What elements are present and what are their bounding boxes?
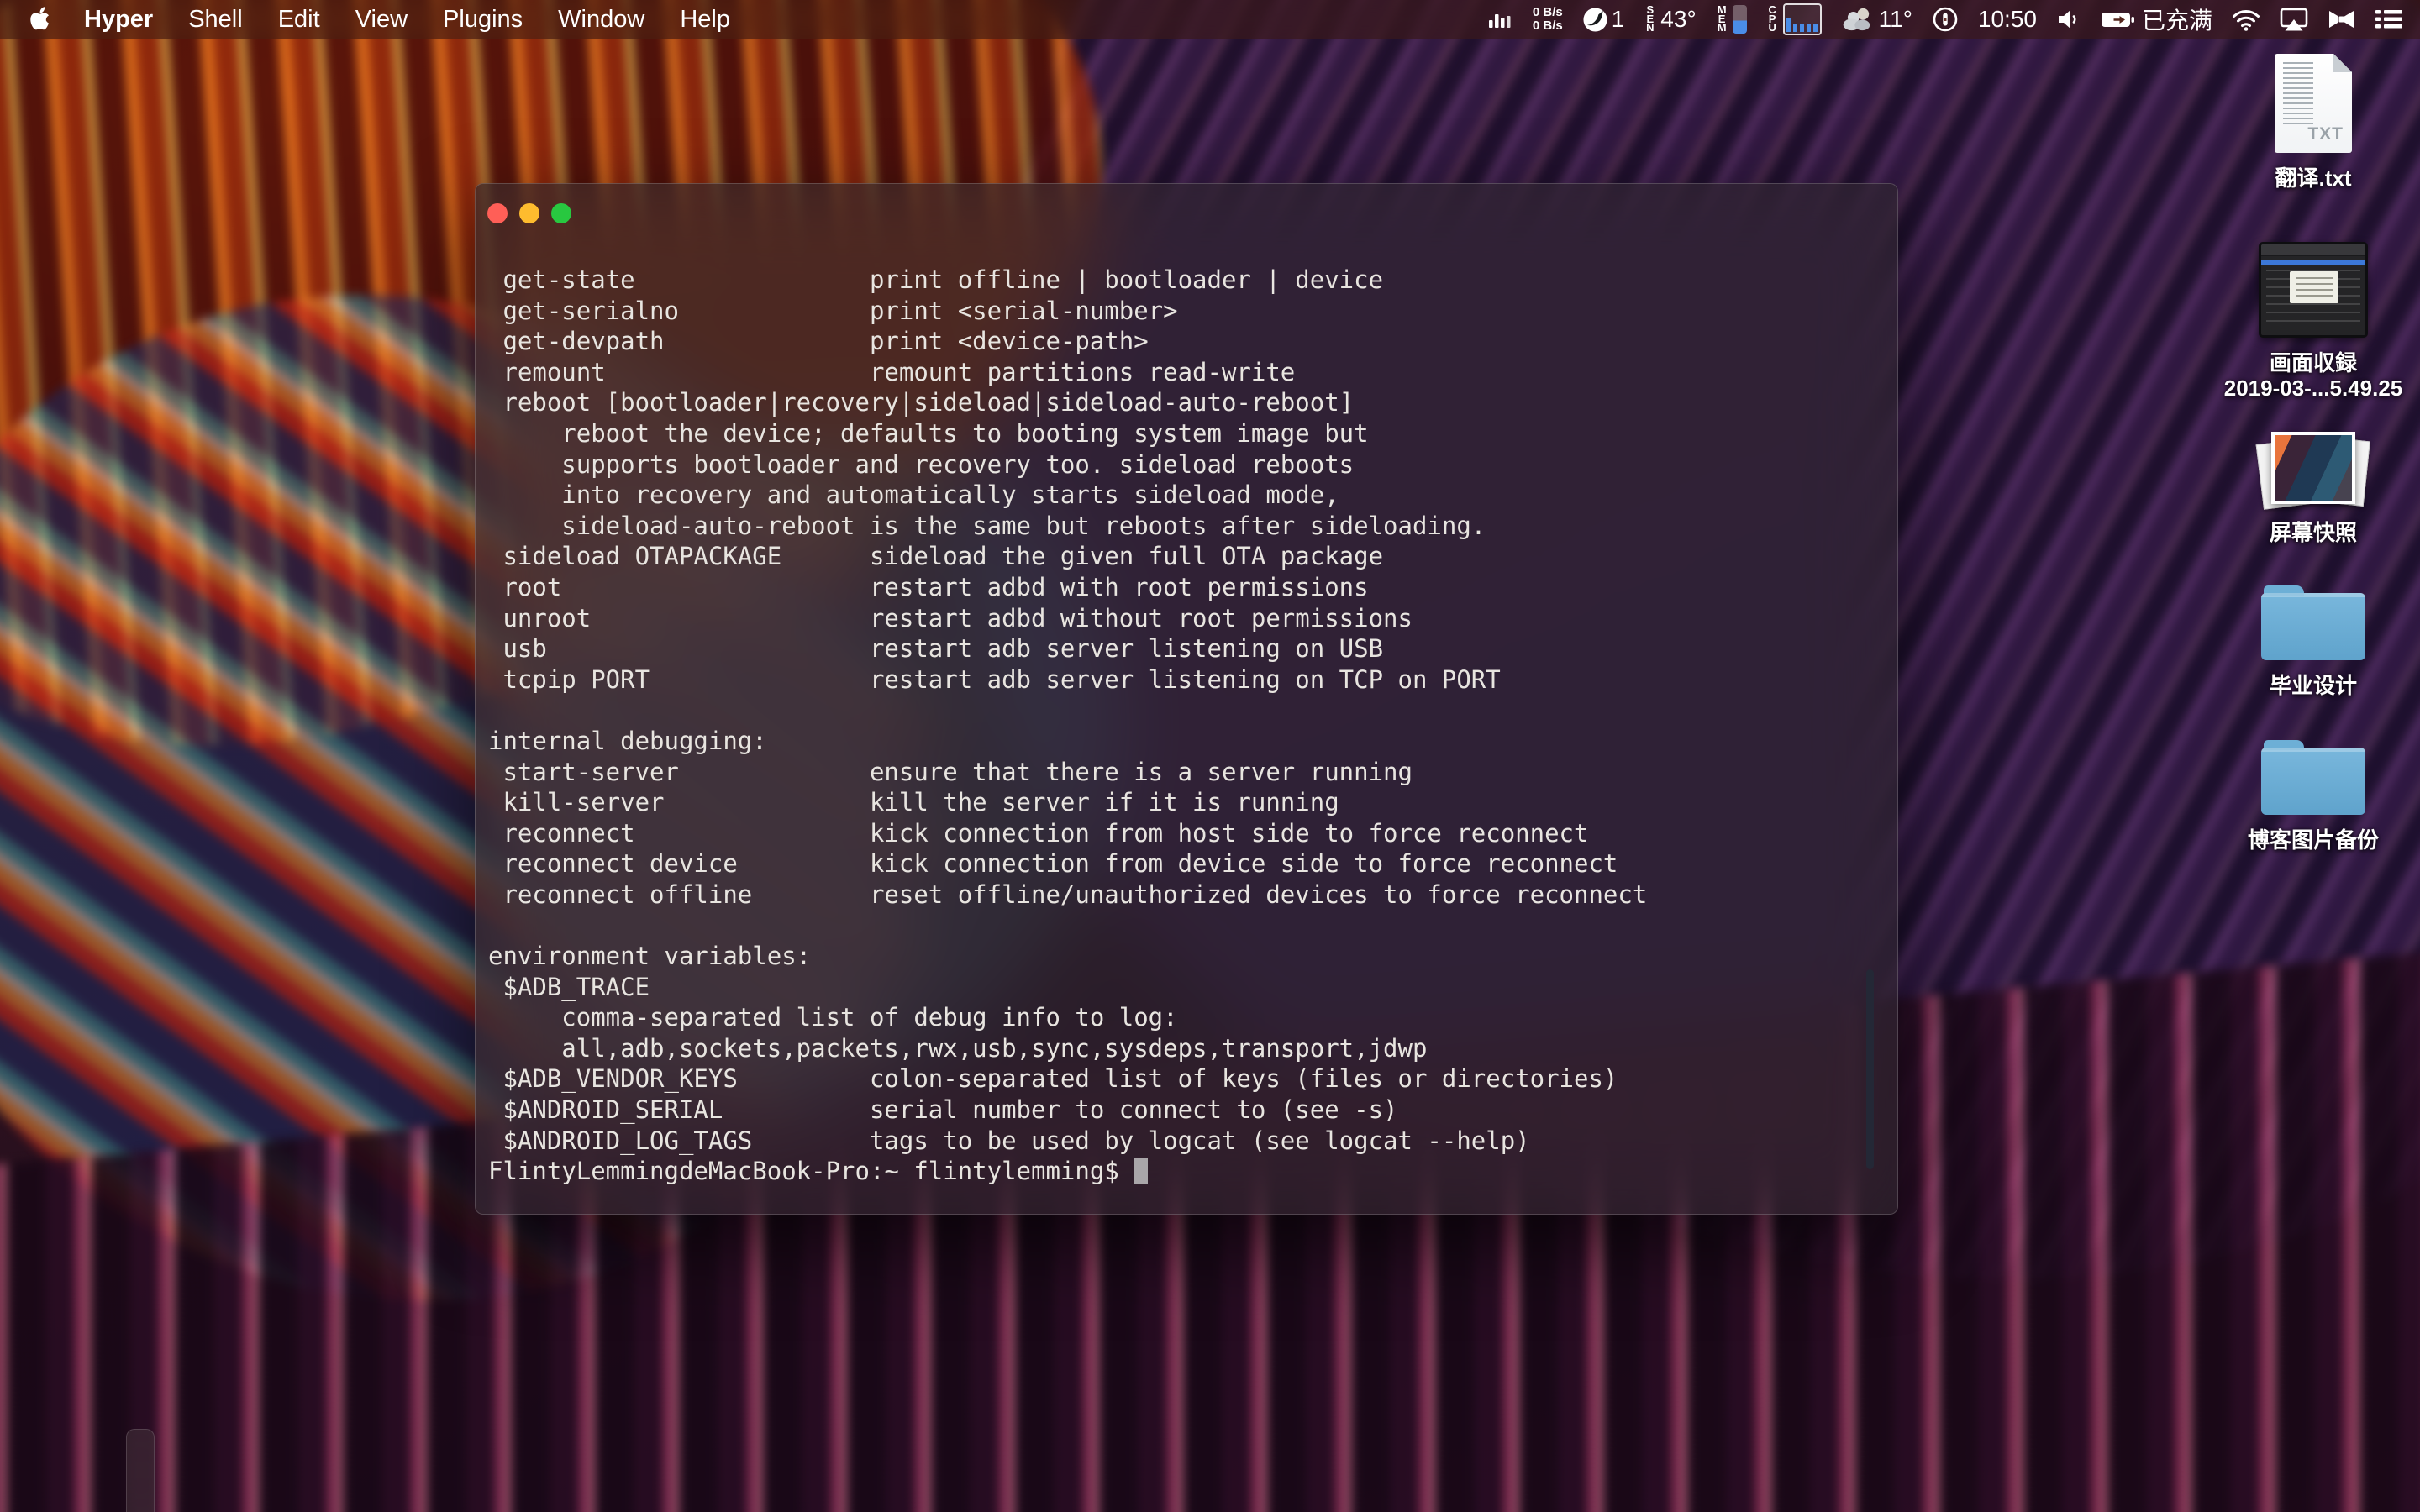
volume-menu[interactable] <box>2056 8 2081 31</box>
list-icon <box>2375 8 2403 30</box>
istat-signal-icon[interactable] <box>1488 7 1513 32</box>
cpu-label: CPU <box>1766 6 1779 33</box>
zoom-button[interactable] <box>551 203 571 223</box>
apple-menu[interactable] <box>29 7 50 32</box>
speaker-icon <box>2056 8 2081 31</box>
screen-recording-thumbnail <box>2259 242 2368 338</box>
desktop-icon-毕业设计[interactable]: 毕业设计 <box>2202 583 2420 698</box>
menu-edit[interactable]: Edit <box>278 6 320 34</box>
desktop-icon-翻译.txt[interactable]: TXT翻译.txt <box>2202 54 2420 191</box>
istat-combined-menu[interactable] <box>2375 8 2403 30</box>
airplay-menu[interactable] <box>2280 8 2308 32</box>
desktop-icon-label: 毕业设计 <box>2270 673 2357 698</box>
sensor-temp: 43° <box>1660 6 1696 33</box>
cloud-moon-icon <box>1841 6 1875 33</box>
menu-bar: Hyper Shell Edit View Plugins Window Help 0 B/… <box>0 0 2420 39</box>
desktop-icon-博客图片备份[interactable]: 博客图片备份 <box>2202 738 2420 853</box>
proxy-menu[interactable]: 1 <box>1582 6 1625 33</box>
bird-icon <box>1582 7 1608 33</box>
terminal-cursor <box>1134 1158 1148 1184</box>
sensor-label: SEN <box>1644 6 1656 33</box>
desktop-icon-label: 翻译.txt <box>2275 165 2351 191</box>
screen-mirroring-icon <box>2280 8 2308 32</box>
proxy-count: 1 <box>1612 6 1625 33</box>
bowtie-icon <box>2328 9 2355 29</box>
net-down: 0 B/s <box>1533 19 1563 33</box>
desktop-icon-label: 屏幕快照 <box>2270 520 2357 545</box>
desktop-icon-label-line2: 2019-03-...5.49.25 <box>2224 375 2403 401</box>
battery-status: 已充满 <box>2142 3 2212 36</box>
menu-help[interactable]: Help <box>680 6 730 34</box>
cpu-menu[interactable]: CPU <box>1766 3 1822 35</box>
menu-window[interactable]: Window <box>558 6 644 34</box>
minimize-button[interactable] <box>519 203 539 223</box>
hyper-terminal-window: get-state print offline | bootloader | d… <box>475 183 1898 1215</box>
wifi-icon <box>2232 8 2260 31</box>
net-up: 0 B/s <box>1533 6 1563 19</box>
keyhole-icon <box>1932 6 1959 33</box>
battery-icon <box>2101 10 2136 29</box>
menu-bar-status: 0 B/s 0 B/s 1 SEN 43° MEM CPU 11° 10:50 <box>1488 3 2420 36</box>
menu-view[interactable]: View <box>355 6 408 34</box>
desktop-icon-label: 画面収録 <box>2270 350 2357 375</box>
terminal-scrollbar[interactable] <box>1866 969 1874 1169</box>
network-speed[interactable]: 0 B/s 0 B/s <box>1533 6 1563 33</box>
folder-icon <box>2261 593 2365 660</box>
dock <box>126 1429 155 1512</box>
onepassword-menu[interactable] <box>1932 6 1959 33</box>
memory-gauge <box>1733 5 1747 34</box>
weather-temp: 11° <box>1879 6 1912 33</box>
window-controls <box>487 203 571 223</box>
memory-label: MEM <box>1716 6 1728 33</box>
cpu-graph <box>1783 3 1822 35</box>
folder-icon <box>2261 748 2365 815</box>
desktop-icon-屏幕快照[interactable]: 屏幕快照 <box>2202 432 2420 545</box>
memory-menu[interactable]: MEM <box>1716 5 1747 34</box>
sensor-menu[interactable]: SEN 43° <box>1644 6 1696 33</box>
apple-icon <box>29 7 50 32</box>
menu-plugins[interactable]: Plugins <box>443 6 523 34</box>
close-button[interactable] <box>487 203 508 223</box>
menu-hyper[interactable]: Hyper <box>84 6 153 34</box>
clock[interactable]: 10:50 <box>1978 6 2037 33</box>
wifi-menu[interactable] <box>2232 8 2260 31</box>
menu-bar-left: Hyper Shell Edit View Plugins Window Help <box>0 6 765 34</box>
desktop-icon-label: 博客图片备份 <box>2248 827 2379 853</box>
desktop-icon-画面収録[interactable]: 画面収録2019-03-...5.49.25 <box>2202 242 2420 401</box>
screenshot-stack-icon <box>2266 432 2360 507</box>
terminal-output[interactable]: get-state print offline | bootloader | d… <box>488 265 1647 1187</box>
weather-menu[interactable]: 11° <box>1841 6 1912 33</box>
bowtie-menu[interactable] <box>2328 9 2355 29</box>
battery-menu[interactable]: 已充满 <box>2101 3 2212 36</box>
menu-shell[interactable]: Shell <box>188 6 243 34</box>
